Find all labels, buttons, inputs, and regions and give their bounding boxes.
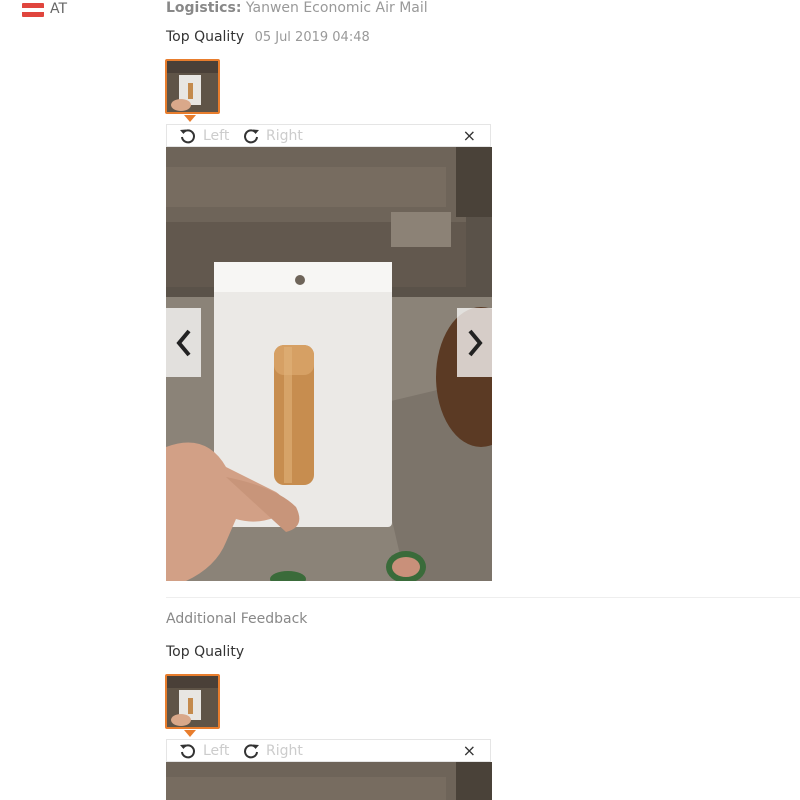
rotate-left-icon (180, 128, 195, 143)
image-viewer-toolbar: Left Right × (166, 739, 491, 762)
rotate-right-label: Right (266, 127, 303, 144)
thumbnail-pointer (184, 115, 196, 122)
previous-photo-button[interactable] (166, 308, 201, 377)
rotate-left-button[interactable]: Left (179, 740, 229, 761)
close-viewer-button[interactable]: × (463, 126, 476, 145)
chevron-right-icon (467, 329, 483, 356)
section-divider (166, 597, 800, 598)
additional-photo-large (166, 762, 492, 800)
rotate-right-label: Right (266, 742, 303, 759)
feedback-line: Top Quality 05 Jul 2019 04:48 (166, 29, 370, 45)
rotate-right-icon (244, 128, 259, 143)
close-viewer-button[interactable]: × (463, 741, 476, 760)
additional-feedback-text: Top Quality (166, 644, 245, 660)
rotate-left-label: Left (203, 742, 230, 759)
image-viewer-toolbar: Left Right × (166, 124, 491, 147)
thumbnail-pointer (184, 730, 196, 737)
rotate-right-button[interactable]: Right (242, 125, 303, 146)
additional-photo-thumbnail[interactable] (165, 674, 220, 729)
review-photo-large (166, 147, 492, 581)
feedback-text: Top Quality (166, 29, 245, 45)
logistics-info: Logistics: Yanwen Economic Air Mail (166, 0, 428, 16)
rotate-left-icon (180, 743, 195, 758)
feedback-date: 05 Jul 2019 04:48 (254, 30, 370, 45)
rotate-right-button[interactable]: Right (242, 740, 303, 761)
product-photo-image (166, 147, 492, 581)
reviewer-country: AT (50, 1, 68, 17)
additional-feedback-title: Additional Feedback (166, 611, 308, 627)
rotate-left-button[interactable]: Left (179, 125, 229, 146)
next-photo-button[interactable] (457, 308, 492, 377)
product-photo-image (166, 762, 492, 800)
logistics-label: Logistics: (166, 0, 242, 16)
logistics-value: Yanwen Economic Air Mail (245, 0, 428, 16)
review-photo-thumbnail[interactable] (165, 59, 220, 114)
rotate-right-icon (244, 743, 259, 758)
country-flag-icon (22, 3, 44, 17)
rotate-left-label: Left (203, 127, 230, 144)
chevron-left-icon (175, 329, 191, 356)
